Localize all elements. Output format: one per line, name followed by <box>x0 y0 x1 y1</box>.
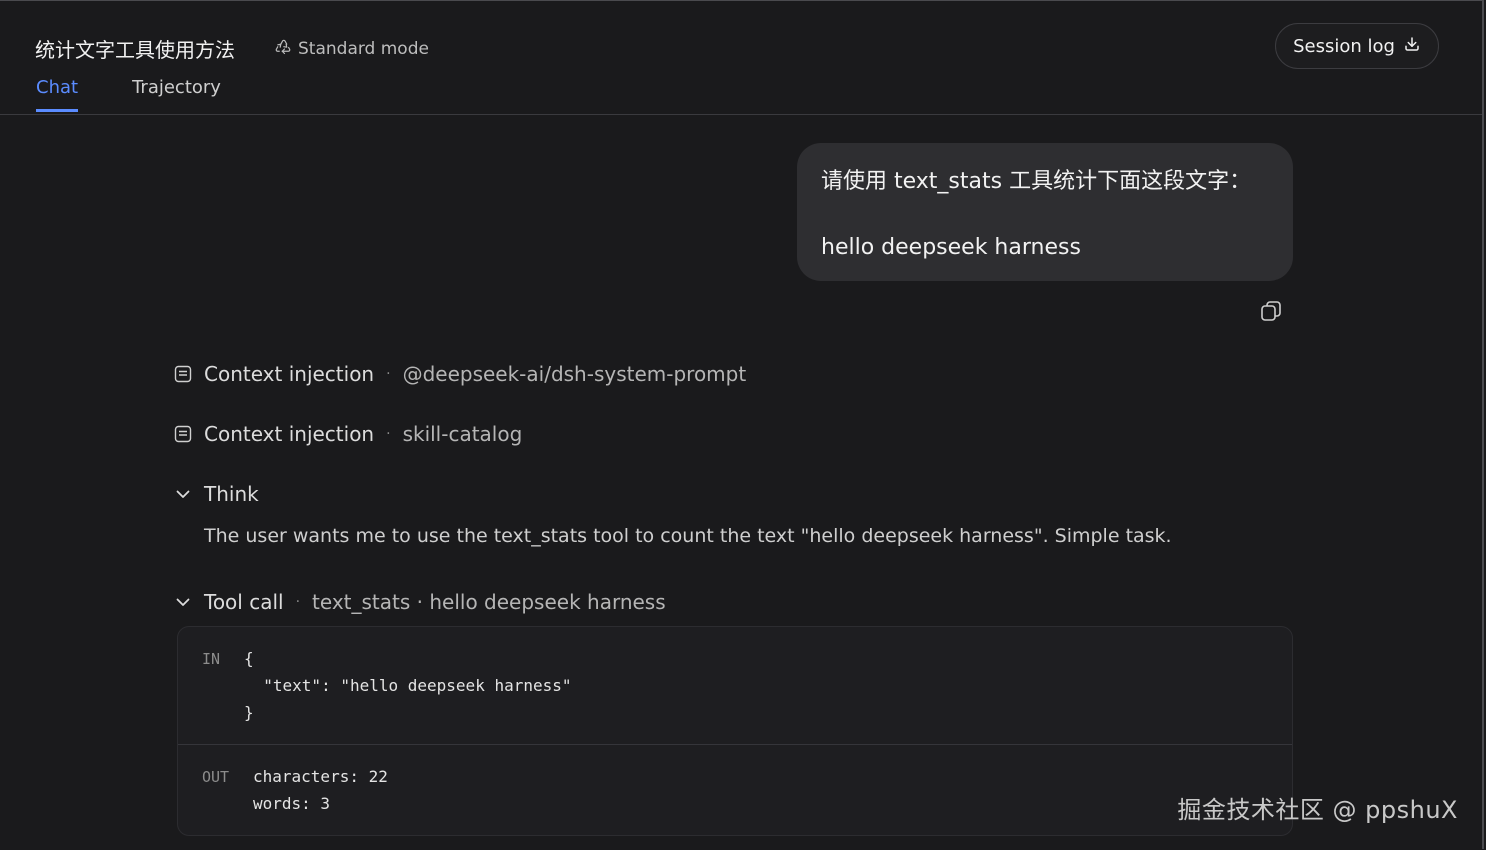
copy-icon[interactable] <box>1259 299 1283 323</box>
separator-dot: · <box>386 366 391 382</box>
user-message-line-1: 请使用 text_stats 工具统计下面这段文字： <box>821 169 1252 194</box>
document-icon <box>174 365 192 383</box>
divider <box>178 744 1292 745</box>
user-message-bubble: 请使用 text_stats 工具统计下面这段文字： hello deepsee… <box>797 143 1293 281</box>
think-content: The user wants me to use the text_stats … <box>204 525 1172 547</box>
context-injection-label: Context injection <box>204 362 375 386</box>
tab-bar: Chat Trajectory <box>36 77 221 112</box>
output-tag: OUT <box>202 768 230 786</box>
separator-dot: · <box>295 594 301 610</box>
page-title: 统计文字工具使用方法 <box>35 38 235 62</box>
session-log-label: Session log <box>1293 35 1395 57</box>
tab-trajectory[interactable]: Trajectory <box>132 77 221 112</box>
mode-indicator: Standard mode <box>274 37 429 60</box>
tool-call-detail: text_stats · hello deepseek harness <box>312 590 666 614</box>
download-icon <box>1403 35 1421 58</box>
input-tag: IN <box>202 650 221 668</box>
document-icon <box>174 425 192 443</box>
input-line: } <box>244 703 254 722</box>
mode-label: Standard mode <box>298 38 429 59</box>
tool-call-toggle[interactable]: Tool call · text_stats · hello deepseek … <box>174 590 666 614</box>
context-injection-detail: skill-catalog <box>402 422 523 446</box>
watermark: 掘金技术社区 @ ppshuX <box>1177 796 1458 824</box>
app-window: 统计文字工具使用方法 Standard mode Session log Cha… <box>0 0 1484 849</box>
tool-call-label: Tool call <box>204 590 284 614</box>
session-log-button[interactable]: Session log <box>1275 23 1439 69</box>
tool-call-card: IN { "text": "hello deepseek harness" } … <box>177 626 1293 836</box>
input-line: "text": "hello deepseek harness" <box>244 676 572 695</box>
input-line: { <box>244 649 254 668</box>
tab-chat[interactable]: Chat <box>36 77 79 112</box>
context-injection-row[interactable]: Context injection · skill-catalog <box>174 422 522 446</box>
recycle-icon <box>274 37 292 60</box>
separator-dot: · <box>386 426 391 442</box>
header: 统计文字工具使用方法 Standard mode Session log Cha… <box>0 1 1482 115</box>
think-toggle[interactable]: Think <box>174 482 259 506</box>
think-label: Think <box>204 482 259 506</box>
context-injection-row[interactable]: Context injection · @deepseek-ai/dsh-sys… <box>174 362 746 386</box>
output-line: words: 3 <box>253 794 331 813</box>
context-injection-detail: @deepseek-ai/dsh-system-prompt <box>402 362 747 386</box>
user-message-line-2: hello deepseek harness <box>821 235 1081 260</box>
output-line: characters: 22 <box>253 767 388 786</box>
context-injection-label: Context injection <box>204 422 375 446</box>
chevron-down-icon <box>174 485 192 503</box>
chevron-down-icon <box>174 593 192 611</box>
